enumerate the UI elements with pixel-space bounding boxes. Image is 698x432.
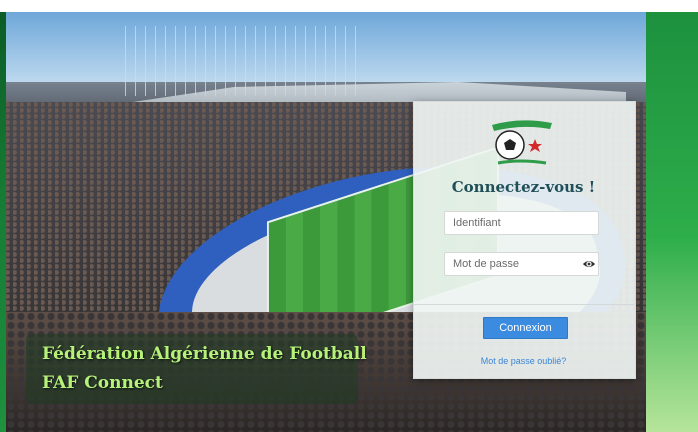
password-input[interactable] — [444, 252, 599, 276]
login-button[interactable]: Connexion — [483, 317, 568, 339]
forgot-password-link[interactable]: Mot de passe oublié? — [413, 356, 634, 366]
username-input[interactable] — [444, 211, 599, 235]
login-title: Connectez-vous ! — [451, 178, 596, 196]
top-white-strip — [0, 0, 698, 12]
federation-name: Fédération Algérienne de Football — [42, 344, 367, 364]
faf-logo-icon — [492, 120, 552, 165]
app-name: FAF Connect — [42, 373, 163, 393]
card-divider — [414, 304, 634, 305]
eye-icon[interactable] — [582, 257, 596, 271]
